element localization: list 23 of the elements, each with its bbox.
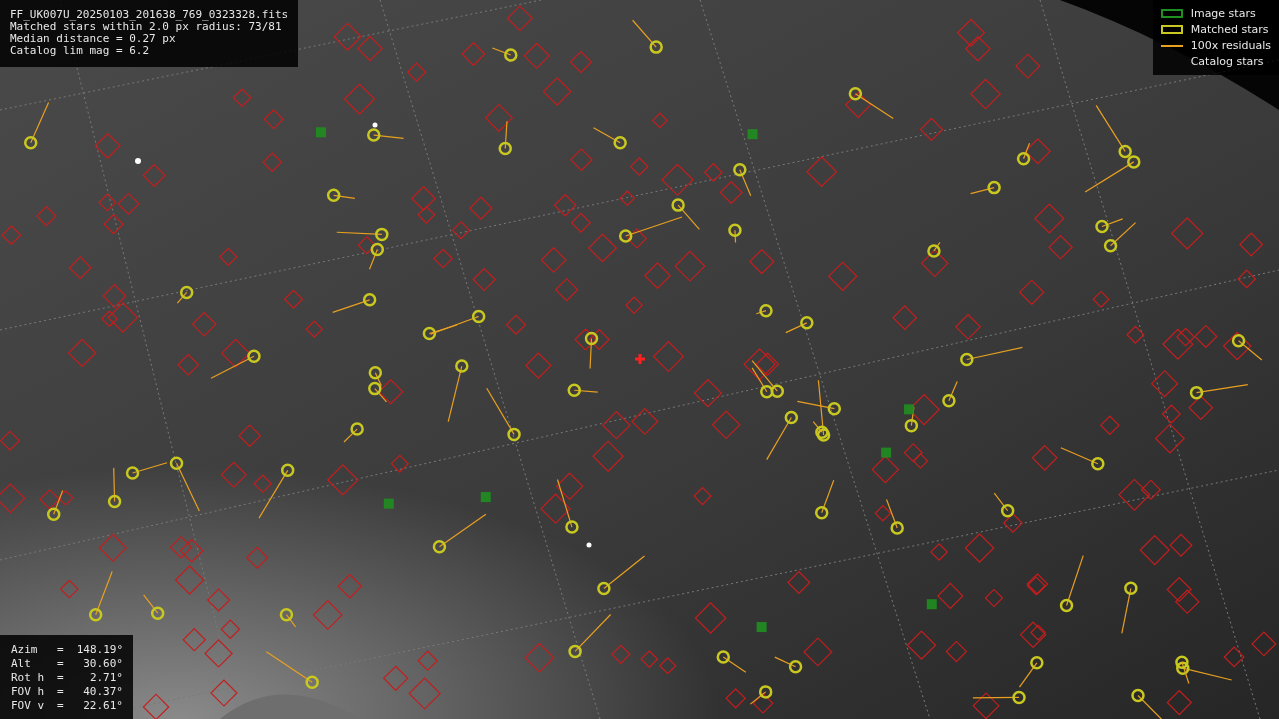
info-line: Median distance = 0.27 px [10,33,177,45]
pointing-value: 30.60° [82,657,123,671]
legend-label: Catalog stars [1190,54,1264,69]
equals-sign: = [57,657,65,671]
legend-label: Matched stars [1190,22,1269,37]
pointing-value: 22.61° [82,699,123,713]
equals-sign: = [57,643,65,657]
pointing-value: 40.37° [82,685,123,699]
pointing-label: FOV h [11,685,46,699]
equals-sign: = [57,699,65,713]
legend-label: Image stars [1190,6,1256,21]
pointing-value: 2.71° [88,671,123,685]
info-line: FF_UK007U_20250103_201638_769_0323328.fits [10,9,289,21]
equals-sign: = [57,685,65,699]
info-line: Catalog lim mag = 6.2 [10,45,151,57]
pointing-label: Alt [11,657,32,671]
pointing-label: Rot h [11,671,46,685]
pointing-label: Azim [11,643,39,657]
pointing-value: 148.19° [75,643,123,657]
info-line: Matched stars within 2.0 px radius: 73/81 [10,21,282,33]
legend-label: 100x residuals [1190,38,1271,53]
equals-sign: = [57,671,65,685]
pointing-label: FOV v [11,699,46,713]
